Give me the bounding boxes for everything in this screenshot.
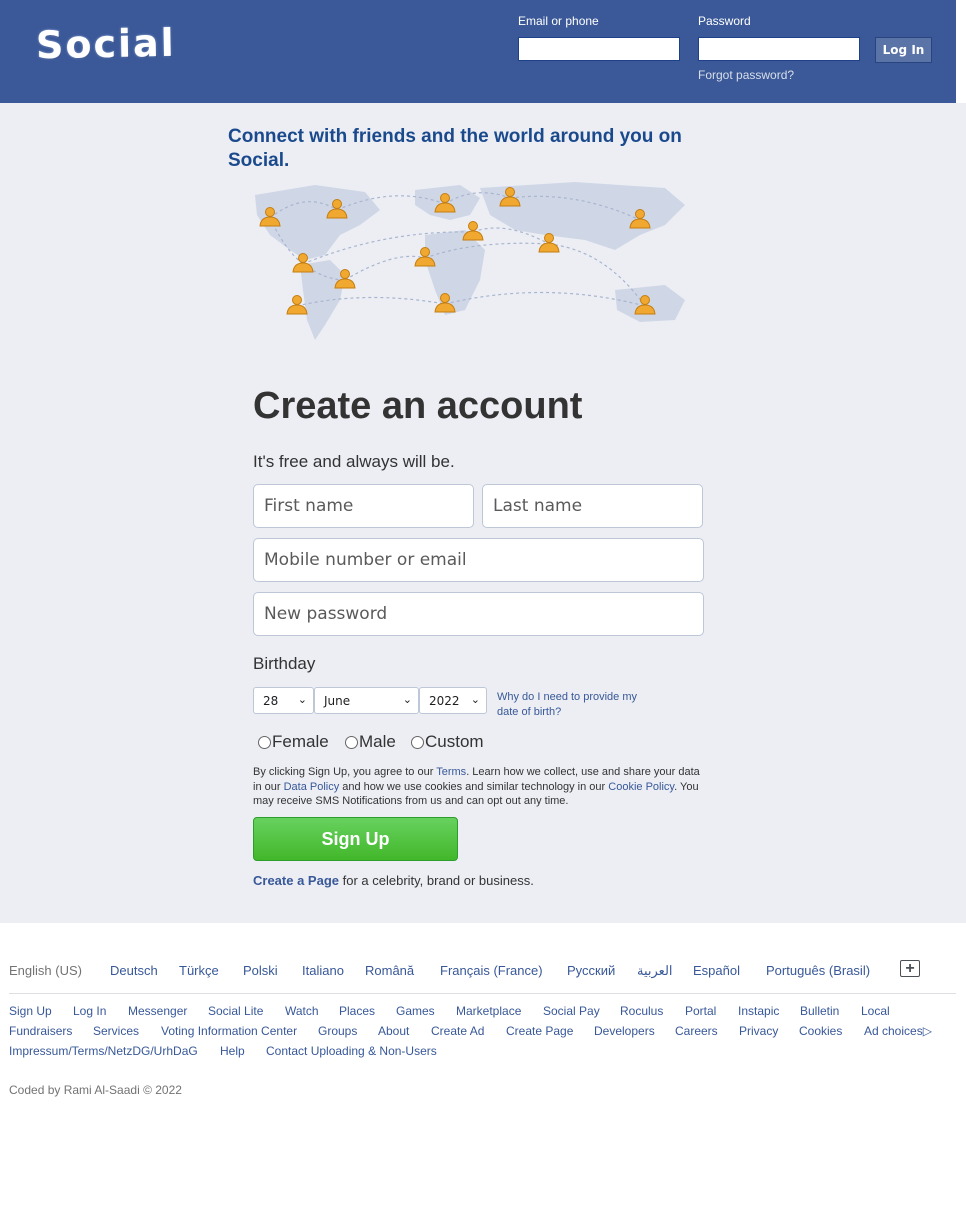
footer-link[interactable]: Places — [339, 1004, 375, 1018]
person-marker-icon — [462, 221, 484, 241]
footer-link[interactable]: Portal — [685, 1004, 716, 1018]
birthday-month-select[interactable]: June ⌄ — [314, 687, 419, 714]
footer-link[interactable]: Create Page — [506, 1024, 573, 1038]
female-label: Female — [272, 732, 329, 751]
new-password-placeholder: New password — [264, 604, 388, 624]
footer-link[interactable]: Privacy — [739, 1024, 778, 1038]
email-label: Email or phone — [518, 14, 599, 28]
language-link[interactable]: Español — [693, 963, 740, 978]
language-link[interactable]: Português (Brasil) — [766, 963, 870, 978]
male-radio[interactable] — [345, 735, 358, 749]
chevron-down-icon: ⌄ — [402, 693, 412, 706]
mobile-email-input[interactable]: Mobile number or email — [253, 538, 704, 582]
footer-link[interactable]: About — [378, 1024, 409, 1038]
footer-link[interactable]: Roculus — [620, 1004, 663, 1018]
forgot-password-link[interactable]: Forgot password? — [698, 68, 794, 82]
footer-link[interactable]: Create Ad — [431, 1024, 484, 1038]
male-label: Male — [359, 732, 396, 751]
world-map-illustration — [255, 182, 685, 340]
footer-divider — [9, 993, 956, 994]
create-account-title: Create an account — [253, 385, 583, 427]
footer-link[interactable]: Watch — [285, 1004, 319, 1018]
logo[interactable]: Social — [36, 21, 176, 67]
terms-text-1: By clicking Sign Up, you agree to our — [253, 766, 437, 778]
cookie-policy-link[interactable]: Cookie Policy — [608, 781, 674, 793]
footer-link[interactable]: Marketplace — [456, 1004, 521, 1018]
footer-link[interactable]: Cookies — [799, 1024, 842, 1038]
birthday-day-value: 28 — [263, 693, 279, 708]
birthday-label: Birthday — [253, 654, 316, 673]
footer-link[interactable]: Instapic — [738, 1004, 779, 1018]
footer-link[interactable]: Help — [220, 1044, 245, 1058]
birthday-year-value: 2022 — [429, 693, 460, 708]
terms-text-3: and how we use cookies and similar techn… — [339, 780, 609, 793]
signup-subtitle: It's free and always will be. — [253, 452, 455, 471]
footer-link[interactable]: Local — [861, 1004, 890, 1018]
more-languages-icon[interactable]: + — [900, 960, 920, 977]
footer-link[interactable]: Groups — [318, 1024, 357, 1038]
chevron-down-icon: ⌄ — [297, 693, 307, 706]
footer-link[interactable]: Ad choices▷ — [864, 1024, 932, 1038]
data-policy-link[interactable]: Data Policy — [284, 781, 340, 793]
language-link[interactable]: Română — [365, 963, 414, 978]
birthday-year-select[interactable]: 2022 ⌄ — [419, 687, 487, 714]
why-birthday-link[interactable]: Why do I need to provide my date of birt… — [497, 690, 647, 720]
language-link[interactable]: Deutsch — [110, 963, 158, 978]
first-name-placeholder: First name — [264, 496, 354, 516]
copyright: Coded by Rami Al-Saadi © 2022 — [9, 1083, 182, 1097]
custom-label: Custom — [425, 732, 484, 751]
terms-link[interactable]: Terms — [436, 766, 466, 778]
current-language: English (US) — [9, 963, 82, 978]
footer-link[interactable]: Careers — [675, 1024, 718, 1038]
email-input[interactable] — [518, 37, 680, 61]
language-link[interactable]: Italiano — [302, 963, 344, 978]
footer-link[interactable]: Bulletin — [800, 1004, 839, 1018]
password-input[interactable] — [698, 37, 860, 61]
last-name-input[interactable]: Last name — [482, 484, 703, 528]
password-label: Password — [698, 14, 751, 28]
create-page-line: Create a Page for a celebrity, brand or … — [253, 873, 534, 888]
custom-radio[interactable] — [411, 735, 424, 749]
footer-link[interactable]: Messenger — [128, 1004, 187, 1018]
first-name-input[interactable]: First name — [253, 484, 474, 528]
gender-female-option[interactable]: Female — [258, 732, 329, 752]
footer-link[interactable]: Developers — [594, 1024, 655, 1038]
female-radio[interactable] — [258, 735, 271, 749]
sign-up-button[interactable]: Sign Up — [253, 817, 458, 861]
language-link[interactable]: العربية — [637, 963, 673, 979]
chevron-down-icon: ⌄ — [470, 693, 480, 706]
footer-link[interactable]: Impressum/Terms/NetzDG/UrhDaG — [9, 1044, 198, 1058]
language-link[interactable]: Français (France) — [440, 963, 543, 978]
footer-link[interactable]: Voting Information Center — [161, 1024, 297, 1038]
tagline: Connect with friends and the world aroun… — [228, 126, 682, 171]
footer-link[interactable]: Contact Uploading & Non-Users — [266, 1044, 437, 1058]
last-name-placeholder: Last name — [493, 496, 583, 516]
footer-link[interactable]: Games — [396, 1004, 435, 1018]
gender-male-option[interactable]: Male — [345, 732, 396, 752]
mobile-placeholder: Mobile number or email — [264, 550, 467, 570]
language-link[interactable]: Türkçe — [179, 963, 219, 978]
create-page-text: for a celebrity, brand or business. — [339, 873, 534, 888]
footer-link[interactable]: Social Lite — [208, 1004, 263, 1018]
footer-link[interactable]: Services — [93, 1024, 139, 1038]
new-password-input[interactable]: New password — [253, 592, 704, 636]
footer-link[interactable]: Social Pay — [543, 1004, 600, 1018]
footer-link[interactable]: Log In — [73, 1004, 106, 1018]
create-page-link[interactable]: Create a Page — [253, 873, 339, 888]
birthday-day-select[interactable]: 28 ⌄ — [253, 687, 314, 714]
footer-link[interactable]: Fundraisers — [9, 1024, 72, 1038]
language-link[interactable]: Polski — [243, 963, 278, 978]
terms-text: By clicking Sign Up, you agree to our Te… — [253, 765, 705, 809]
birthday-month-value: June — [324, 693, 351, 708]
gender-custom-option[interactable]: Custom — [411, 732, 484, 752]
language-link[interactable]: Русский — [567, 963, 615, 978]
footer-link[interactable]: Sign Up — [9, 1004, 52, 1018]
login-button[interactable]: Log In — [875, 37, 932, 63]
